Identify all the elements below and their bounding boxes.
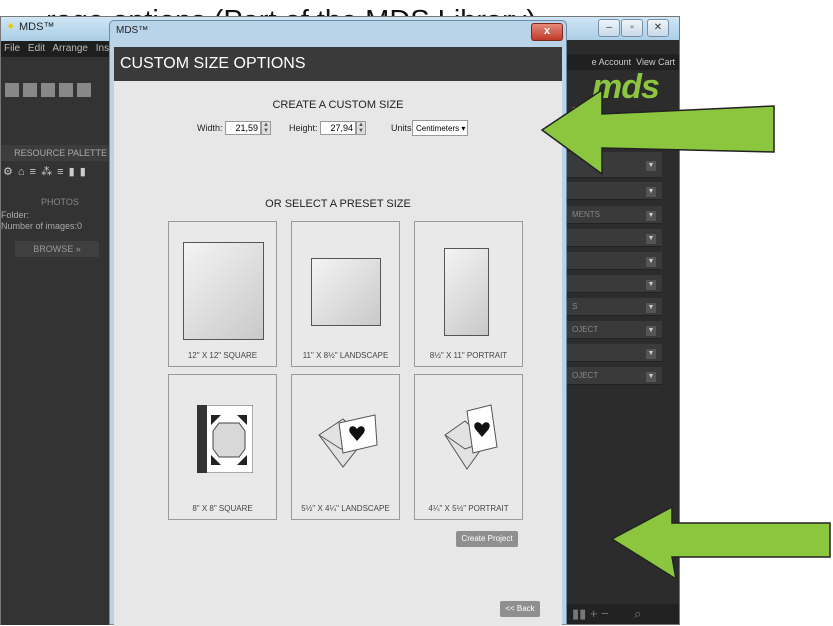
image-count-label: Number of images:0: [1, 221, 83, 231]
account-link[interactable]: e Account: [592, 57, 632, 67]
app-close-button[interactable]: ✕: [647, 19, 669, 37]
custom-size-title: CREATE A CUSTOM SIZE: [272, 99, 404, 111]
preset-4x5-portrait[interactable]: 4¼" X 5½" PORTRAIT: [414, 374, 523, 520]
menu-arrange[interactable]: Arrange: [52, 43, 88, 54]
expand-arrow-icon[interactable]: ▼: [646, 257, 656, 267]
menu-file[interactable]: File: [4, 43, 20, 54]
menu-edit[interactable]: Edit: [28, 43, 45, 54]
expand-arrow-icon[interactable]: ▼: [646, 280, 656, 290]
app-logo-icon: ✦: [6, 21, 16, 33]
page-icon[interactable]: [41, 83, 55, 97]
album-icon: [197, 405, 253, 473]
dialog-header: CUSTOM SIZE OPTIONS: [114, 47, 562, 81]
zoom-controls[interactable]: ▮▮ + − ⌕: [572, 606, 641, 622]
preset-label: 12" X 12" SQUARE: [187, 351, 258, 360]
resource-palette-header[interactable]: RESOURCE PALETTE: [1, 145, 111, 161]
photos-label: PHOTOS: [41, 197, 79, 207]
back-button[interactable]: << Back: [500, 601, 540, 617]
expand-arrow-icon[interactable]: ▼: [646, 187, 656, 197]
pointer-arrow-icon: [610, 505, 831, 581]
print-icon[interactable]: [77, 83, 91, 97]
folder-label: Folder:: [1, 210, 30, 220]
preset-label: 4¼" X 5½" PORTRAIT: [428, 504, 509, 513]
expand-arrow-icon[interactable]: ▼: [646, 211, 656, 221]
toolbar: [5, 83, 105, 101]
expand-arrow-icon[interactable]: ▼: [646, 234, 656, 244]
height-stepper[interactable]: ▲ ▼: [356, 121, 366, 135]
preset-label: 11" X 8½" LANDSCAPE: [302, 351, 389, 360]
height-input[interactable]: 27,94: [320, 121, 356, 135]
browse-button[interactable]: BROWSE »: [15, 241, 99, 257]
page-thumbnail: [444, 248, 489, 336]
folder-icon[interactable]: [23, 83, 37, 97]
expand-arrow-icon[interactable]: ▼: [646, 326, 656, 336]
app-title: MDS™: [19, 21, 55, 33]
preset-size-title: OR SELECT A PRESET SIZE: [265, 198, 411, 210]
preset-11x8-landscape[interactable]: 11" X 8½" LANDSCAPE: [291, 221, 400, 367]
preset-12x12-square[interactable]: 12" X 12" SQUARE: [168, 221, 277, 367]
maximize-button[interactable]: ▫: [621, 19, 643, 37]
card-envelope-icon: [444, 404, 498, 470]
minimize-button[interactable]: –: [598, 19, 620, 37]
text-tool-icon[interactable]: [5, 83, 19, 97]
preset-label: 8" X 8" SQUARE: [192, 504, 253, 513]
units-value: Centimeters: [416, 124, 460, 133]
expand-arrow-icon[interactable]: ▼: [646, 349, 656, 359]
left-panel: RESOURCE PALETTE ⚙ ⌂ ≡ ⁂ ≡ ▮ ▮ PHOTOS Fo…: [1, 57, 111, 625]
page-thumbnail: [183, 242, 264, 340]
expand-arrow-icon[interactable]: ▼: [646, 303, 656, 313]
resource-icons[interactable]: ⚙ ⌂ ≡ ⁂ ≡ ▮ ▮: [3, 165, 87, 178]
dialog-title: MDS™: [116, 25, 149, 36]
preset-8x11-portrait[interactable]: 8½" X 11" PORTRAIT: [414, 221, 523, 367]
dialog-close-button[interactable]: x: [531, 23, 563, 41]
units-select[interactable]: Centimeters ▾: [412, 120, 468, 136]
width-stepper[interactable]: ▲ ▼: [261, 121, 271, 135]
preset-8x8-square[interactable]: 8" X 8" SQUARE: [168, 374, 277, 520]
custom-size-dialog: MDS™ x CUSTOM SIZE OPTIONS CREATE A CUST…: [109, 20, 567, 626]
preset-5x4-landscape[interactable]: 5½" X 4¼" LANDSCAPE: [291, 374, 400, 520]
preset-label: 5½" X 4¼" LANDSCAPE: [301, 504, 390, 513]
view-cart-link[interactable]: View Cart: [636, 57, 675, 67]
height-label: Height:: [289, 123, 318, 133]
dialog-body: CREATE A CUSTOM SIZE Width: 21,59 ▲ ▼ Hei…: [114, 81, 562, 626]
expand-arrow-icon[interactable]: ▼: [646, 372, 656, 382]
units-label: Units:: [391, 123, 415, 133]
create-project-button[interactable]: Create Project: [456, 531, 518, 547]
width-label: Width:: [197, 123, 223, 133]
card-envelope-icon: [318, 414, 378, 468]
width-input[interactable]: 21,59: [225, 121, 261, 135]
page-thumbnail: [311, 258, 381, 326]
settings-icon[interactable]: [59, 83, 73, 97]
pointer-arrow-icon: [540, 88, 775, 176]
preset-label: 8½" X 11" PORTRAIT: [429, 351, 508, 360]
